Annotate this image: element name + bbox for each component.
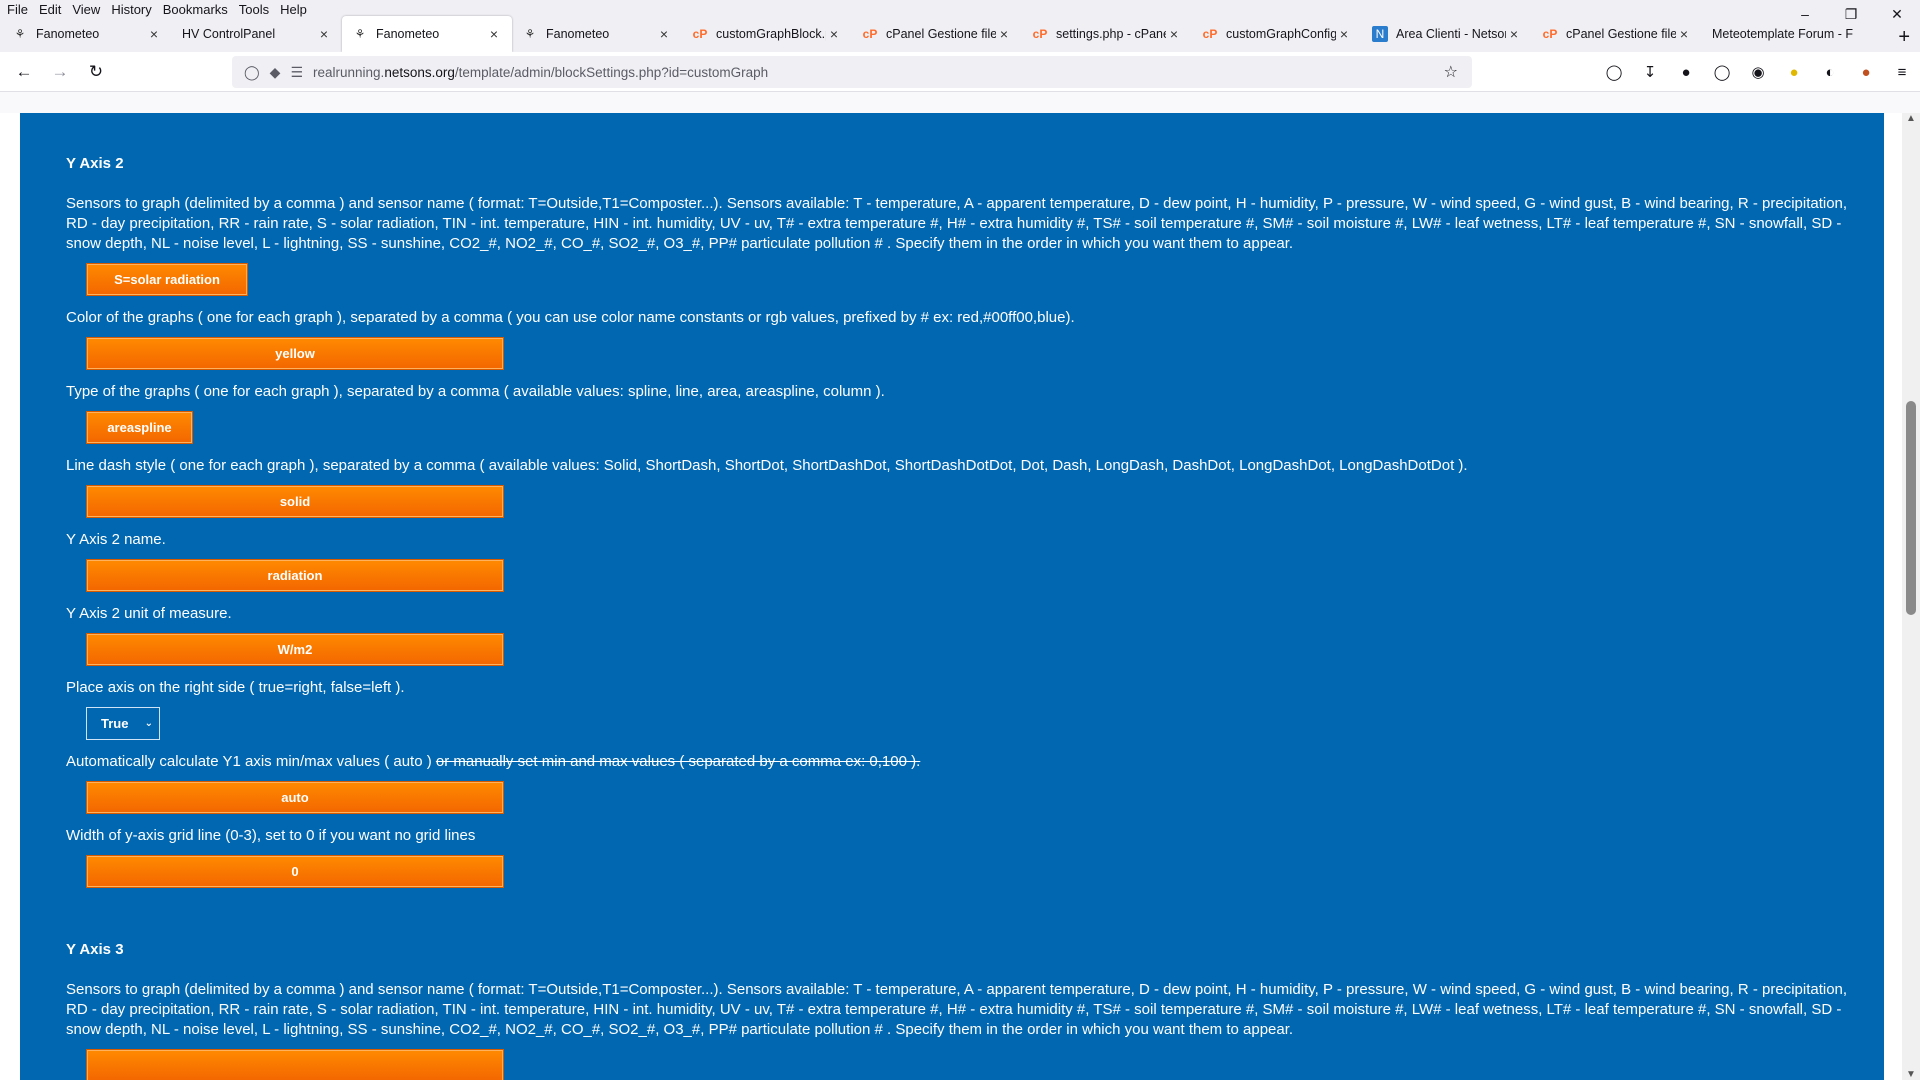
url-host: netsons.org [384,64,455,80]
browser-tab[interactable]: HV ControlPanel × [172,16,342,52]
permissions-icon[interactable]: ☰ [290,64,303,81]
fanometeo-icon: ⚘ [524,27,536,41]
tab-title: Meteotemplate Forum - F [1712,27,1854,41]
tab-close-icon[interactable]: × [826,26,842,42]
account-icon[interactable]: ● [1848,64,1884,81]
yaxis2-side-value: True [101,716,129,731]
yaxis3-sensors-desc: Sensors to graph (delimited by a comma )… [66,981,1848,1038]
yaxis2-type-input[interactable]: areaspline [86,411,193,444]
yaxis3-sensors-input[interactable] [86,1049,504,1080]
extension-bell-icon[interactable]: ● [1776,64,1812,81]
tab-close-icon[interactable]: × [1676,26,1692,42]
cpanel-icon: cP [1542,27,1558,41]
tab-title: Fanometeo [376,27,440,41]
fanometeo-icon: ⚘ [14,27,26,41]
yaxis2-minmax-input[interactable]: auto [86,781,504,814]
yaxis2-minmax-label: Automatically calculate Y1 axis min/max … [66,752,1860,772]
scroll-down-icon[interactable]: ▼ [1902,1069,1920,1080]
back-icon[interactable]: ← [6,56,42,88]
tab-title: settings.php - cPanel [1056,27,1166,41]
scroll-up-icon[interactable]: ▲ [1902,113,1920,124]
yaxis2-name-input[interactable]: radiation [86,559,504,592]
cpanel-icon: cP [692,27,708,41]
browser-tab[interactable]: cP settings.php - cPanel × [1022,16,1192,52]
tab-close-icon[interactable]: × [316,26,332,42]
tab-close-icon[interactable]: × [1336,26,1352,42]
new-tab-icon[interactable]: + [1898,26,1910,49]
menu-hamburger-icon[interactable]: ≡ [1884,64,1920,81]
yaxis2-unit-input[interactable]: W/m2 [86,633,504,666]
tab-title: cPanel Gestione file v [1566,27,1676,41]
pocket-icon[interactable]: ◯ [1596,63,1632,81]
browser-tab[interactable]: Meteotemplate Forum - F [1702,16,1872,52]
tab-title: HV ControlPanel [182,27,276,41]
browser-tab[interactable]: N Area Clienti - Netsons × [1362,16,1532,52]
extension-circle-icon[interactable]: ◐ [1812,64,1848,81]
yaxis2-side-label: Place axis on the right side ( true=righ… [66,679,405,696]
minmax-label-text: Automatically calculate Y1 axis min/max … [66,753,436,770]
yaxis2-dash-label: Line dash style ( one for each graph ), … [66,457,1468,474]
reload-icon[interactable]: ↻ [78,56,114,88]
tab-strip: ⚘ Fanometeo × HV ControlPanel × ⚘ Fanometeo × ⚘ F… [0,16,1920,52]
url-prefix: realrunning. [313,64,385,80]
extension-f-icon[interactable]: ● [1668,64,1704,81]
url-bar[interactable]: ◯ ◆ ☰ realrunning. netsons.org/template/a… [232,56,1472,88]
download-icon[interactable]: ↧ [1632,63,1668,81]
tab-title: Area Clienti - Netsons [1396,27,1506,41]
cpanel-icon: cP [862,27,878,41]
navigation-bar: ← → ↻ ◯ ◆ ☰ realrunning. netsons.org/temp… [0,52,1920,92]
browser-tab[interactable]: ⚘ Fanometeo × [2,16,172,52]
yaxis2-dash-input[interactable]: solid [86,485,504,518]
yaxis2-color-label: Color of the graphs ( one for each graph… [66,309,1075,326]
yaxis3-title: Y Axis 3 [66,941,124,958]
tab-title: customGraphBlock.p [716,27,826,41]
toolbar-icons: ◯ ↧ ● ◯ ◉ ● ◐ ● ≡ [1596,52,1920,92]
tab-close-icon[interactable]: × [1166,26,1182,42]
minmax-label-strike: or manually set min and max values ( sep… [435,753,921,770]
yaxis2-name-label: Y Axis 2 name. [66,531,166,548]
yaxis2-type-label: Type of the graphs ( one for each graph … [66,383,885,400]
cpanel-icon: cP [1032,27,1048,41]
forward-icon[interactable]: → [42,56,78,88]
yaxis2-side-select[interactable]: True ⌄ [86,707,160,740]
browser-tab[interactable]: cP customGraphBlock.p × [682,16,852,52]
settings-content: Y Axis 2 Sensors to graph (delimited by … [20,113,1884,1080]
yaxis2-grid-input[interactable]: 0 [86,855,504,888]
fanometeo-icon: ⚘ [354,27,366,41]
browser-tab[interactable]: cP cPanel Gestione file v × [1532,16,1702,52]
extension-globe-icon[interactable]: ◉ [1740,63,1776,81]
tab-title: Fanometeo [546,27,610,41]
tab-close-icon[interactable]: × [486,26,502,42]
browser-tab[interactable]: ⚘ Fanometeo × [512,16,682,52]
browser-tab[interactable]: ⚘ Fanometeo × [342,16,512,52]
tab-close-icon[interactable]: × [1506,26,1522,42]
browser-tab[interactable]: cP customGraphConfig. × [1192,16,1362,52]
yaxis2-grid-label: Width of y-axis grid line (0-3), set to … [66,827,476,844]
tab-title: cPanel Gestione file v [886,27,996,41]
yaxis2-sensors-input[interactable]: S=solar radiation [86,263,248,296]
yaxis2-unit-label: Y Axis 2 unit of measure. [66,605,232,622]
page-scrollbar[interactable]: ▲ ▼ [1902,113,1920,1080]
tab-close-icon[interactable]: × [656,26,672,42]
lock-icon[interactable]: ◆ [270,64,281,81]
scrollbar-thumb[interactable] [1906,401,1916,615]
cpanel-icon: cP [1202,27,1218,41]
url-path: /template/admin/blockSettings.php?id=cus… [454,64,769,80]
page-viewport: Y Axis 2 Sensors to graph (delimited by … [0,113,1920,1080]
extension-ring-icon[interactable]: ◯ [1704,63,1740,81]
tab-title: Fanometeo [36,27,100,41]
yaxis2-color-input[interactable]: yellow [86,337,504,370]
browser-tab[interactable]: cP cPanel Gestione file v × [852,16,1022,52]
chevron-down-icon: ⌄ [144,718,153,729]
tab-title: customGraphConfig. [1226,27,1336,41]
yaxis2-sensors-desc: Sensors to graph (delimited by a comma )… [66,195,1848,252]
bookmark-star-icon[interactable]: ☆ [1444,62,1458,82]
tab-close-icon[interactable]: × [146,26,162,42]
shield-icon[interactable]: ◯ [244,64,260,81]
tab-close-icon[interactable]: × [996,26,1012,42]
netsons-icon: N [1372,26,1388,42]
yaxis2-title: Y Axis 2 [66,155,124,172]
